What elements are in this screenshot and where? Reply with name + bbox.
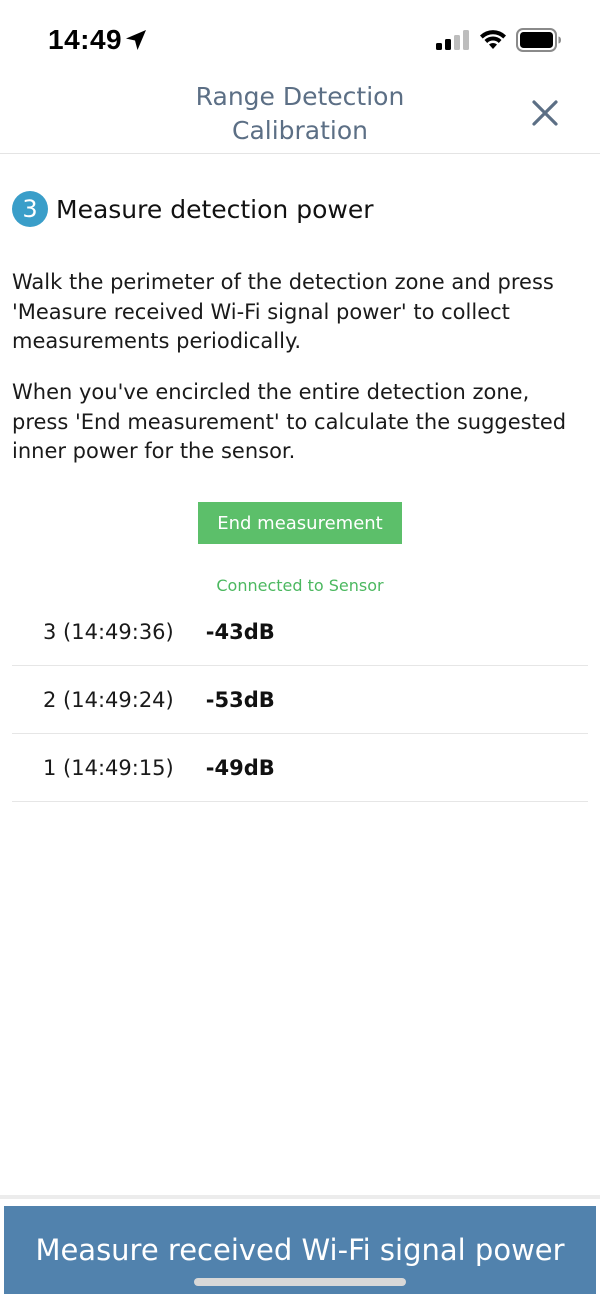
battery-icon <box>516 28 561 52</box>
instruction-paragraph-1: Walk the perimeter of the detection zone… <box>12 270 554 353</box>
step-heading: 3 Measure detection power <box>12 191 373 227</box>
end-measurement-button[interactable]: End measurement <box>198 502 402 544</box>
header: Range Detection Calibration <box>0 80 600 154</box>
bottom-divider <box>0 1195 600 1199</box>
screen: 14:49 Range Detection Calibration 3 Meas… <box>0 0 600 1298</box>
step-title: Measure detection power <box>56 194 374 224</box>
step-number-badge: 3 <box>12 191 48 227</box>
close-button[interactable] <box>526 94 564 132</box>
measurement-row: 2 (14:49:24) -53dB <box>12 666 588 734</box>
page-title-line-2: Calibration <box>231 116 369 145</box>
measurement-list: 3 (14:49:36) -43dB 2 (14:49:24) -53dB 1 … <box>12 598 588 802</box>
page-title: Range Detection Calibration <box>150 80 450 148</box>
status-time: 14:49 <box>48 24 123 55</box>
measurement-row: 3 (14:49:36) -43dB <box>12 598 588 666</box>
measurement-value: -53dB <box>205 687 275 712</box>
page-title-line-1: Range Detection <box>195 82 405 111</box>
close-icon <box>532 100 558 126</box>
measurement-label: 2 (14:49:24) <box>43 687 174 712</box>
instruction-paragraph-2: When you've encircled the entire detecti… <box>12 380 567 463</box>
wifi-icon <box>480 30 506 49</box>
measurement-value: -49dB <box>205 755 275 780</box>
measurement-label: 3 (14:49:36) <box>43 619 174 644</box>
status-bar: 14:49 <box>0 0 600 80</box>
home-indicator[interactable] <box>194 1278 406 1286</box>
connection-status: Connected to Sensor <box>216 576 384 595</box>
measurement-value: -43dB <box>205 619 275 644</box>
cellular-signal-icon <box>436 30 469 50</box>
location-arrow-icon <box>126 30 146 50</box>
measurement-row: 1 (14:49:15) -49dB <box>12 734 588 802</box>
measurement-label: 1 (14:49:15) <box>43 755 174 780</box>
